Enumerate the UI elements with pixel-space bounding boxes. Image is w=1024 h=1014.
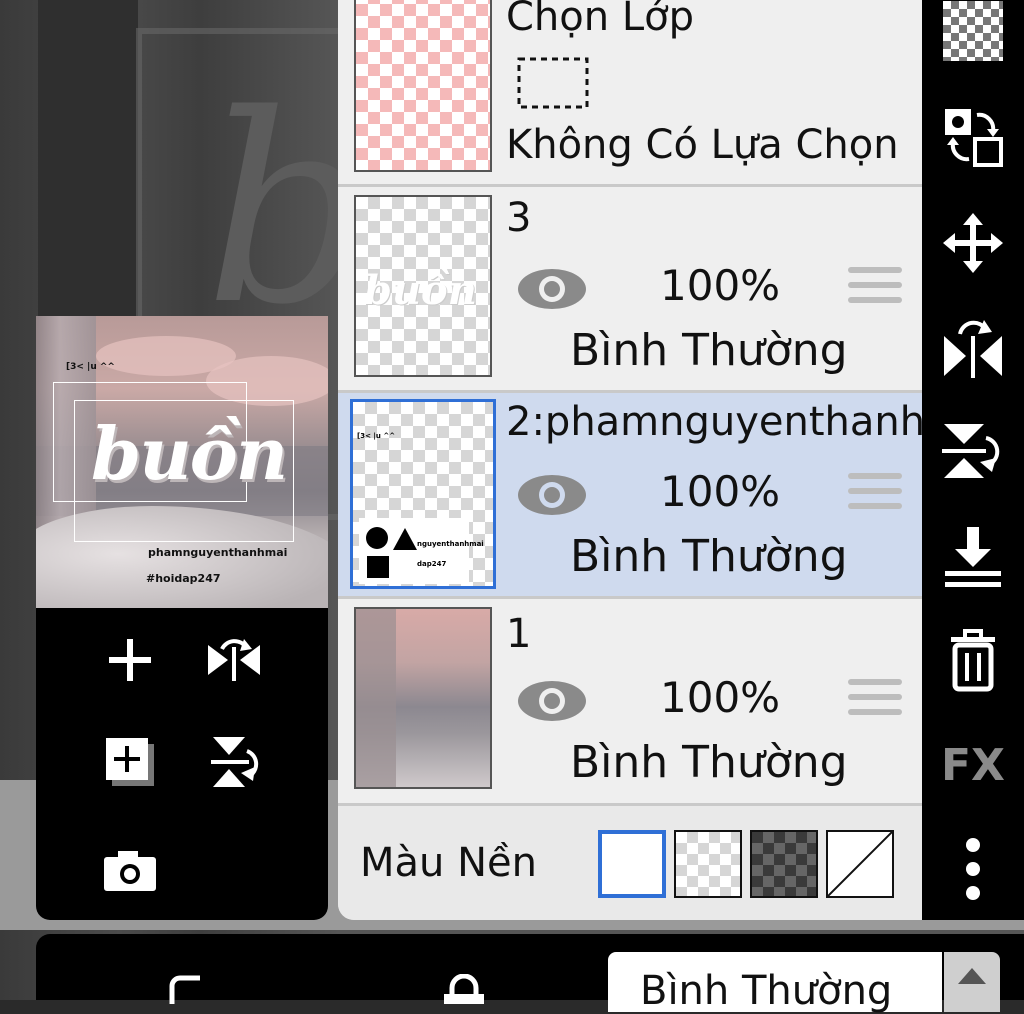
selection-status: Không Có Lựa Chọn [506, 122, 899, 168]
flip-vertical-icon [942, 424, 1000, 478]
thumbnail-top-text: [3< |u ^^ [357, 432, 396, 440]
background-color-row: Màu Nền [338, 806, 922, 920]
swap-layer-button[interactable] [938, 102, 1008, 172]
transparency-button[interactable] [938, 0, 1008, 66]
flip-vertical-button[interactable] [204, 732, 264, 792]
flip-vertical-icon [211, 737, 259, 787]
visibility-eye-icon[interactable] [516, 677, 588, 725]
layer-row-3[interactable]: buồn 3 100% Bình Thường [338, 187, 922, 390]
diagonal-line-icon [827, 831, 893, 897]
layer-panel: Chọn Lớp Không Có Lựa Chọn buồn 3 100% B… [338, 0, 922, 920]
swap-icon [945, 109, 1003, 167]
merge-down-button[interactable] [938, 522, 1008, 592]
more-options-button[interactable] [938, 834, 1008, 904]
layer-name: 1 [506, 611, 532, 657]
selection-thumbnail [354, 0, 492, 172]
move-layer-button[interactable] [938, 208, 1008, 278]
layer-thumbnail: [3< |u ^^ nguyenthanhmai dap247 [350, 399, 496, 589]
blend-mode-value: Bình Thường [640, 968, 893, 1014]
camera-button[interactable] [100, 840, 160, 900]
layer-row-2[interactable]: [3< |u ^^ nguyenthanhmai dap247 2:phamng… [338, 393, 922, 596]
layer-name: 3 [506, 195, 532, 241]
swatch-dark-checker[interactable] [750, 830, 818, 898]
layer-opacity[interactable]: 100% [660, 673, 780, 722]
selection-marquee-icon [517, 57, 589, 109]
blend-mode-select[interactable]: Bình Thường [608, 952, 942, 1014]
preview-word: buồn [91, 411, 288, 496]
shapes-icon [366, 527, 417, 578]
plus-icon [109, 639, 151, 681]
thumbnail-word: buồn [364, 267, 477, 314]
preview-credit: phamnguyenthanhmai [148, 546, 288, 559]
blend-mode-dropdown-button[interactable] [944, 952, 1000, 1012]
layer-opacity[interactable]: 100% [660, 467, 780, 516]
layer-thumbnail: buồn [354, 195, 492, 377]
visibility-eye-icon[interactable] [516, 471, 588, 519]
swatch-transparent[interactable] [674, 830, 742, 898]
layer-blend-mode[interactable]: Bình Thường [570, 531, 848, 582]
thumbnail-shapes-area: nguyenthanhmai dap247 [359, 518, 484, 584]
swatch-diagonal[interactable] [826, 830, 894, 898]
camera-icon [104, 851, 156, 891]
thumbnail-credit: nguyenthanhmai [417, 540, 484, 548]
merge-down-icon [945, 527, 1001, 587]
thumbnail-tag: dap247 [417, 560, 447, 568]
selection-title: Chọn Lớp [506, 0, 694, 40]
right-toolbar: FX [922, 0, 1024, 920]
canvas-preview[interactable]: [3< |u ^^ buồn phamnguyenthanhmai #hoida… [36, 316, 328, 608]
duplicate-layer-icon [106, 738, 154, 786]
flip-horizontal-button[interactable] [204, 630, 264, 690]
more-vertical-icon [966, 838, 980, 900]
preview-top-text: [3< |u ^^ [66, 362, 115, 372]
trash-icon [951, 629, 995, 692]
move-icon [943, 213, 1003, 273]
canvas-window-pane [38, 0, 138, 330]
layer-tools-panel [36, 608, 328, 920]
swatch-white[interactable] [598, 830, 666, 898]
chevron-up-icon [958, 968, 986, 984]
checker-icon [943, 1, 1003, 61]
fx-button[interactable]: FX [938, 730, 1008, 800]
flip-vertical-button[interactable] [938, 416, 1008, 486]
layer-opacity[interactable]: 100% [660, 261, 780, 310]
delete-layer-button[interactable] [938, 626, 1008, 696]
flip-horizontal-icon [944, 320, 1002, 378]
add-layer-button[interactable] [100, 630, 160, 690]
visibility-eye-icon[interactable] [516, 265, 588, 313]
flip-horizontal-icon [208, 639, 260, 681]
layer-name: 2:phamnguyenthanhmai [506, 399, 922, 445]
drag-handle-icon[interactable] [848, 473, 902, 518]
layer-blend-mode[interactable]: Bình Thường [570, 737, 848, 788]
drag-handle-icon[interactable] [848, 267, 902, 312]
layer-blend-mode[interactable]: Bình Thường [570, 325, 848, 376]
layer-thumbnail [354, 607, 492, 789]
flip-horizontal-button[interactable] [938, 312, 1008, 382]
selection-layer-row[interactable]: Chọn Lớp Không Có Lựa Chọn [338, 0, 922, 184]
drag-handle-icon[interactable] [848, 679, 902, 724]
thumbnail-curtain [356, 609, 396, 787]
layer-row-1[interactable]: 1 100% Bình Thường [338, 599, 922, 803]
duplicate-layer-button[interactable] [100, 732, 160, 792]
background-color-label: Màu Nền [360, 840, 537, 886]
preview-hashtag: #hoidap247 [146, 572, 221, 585]
